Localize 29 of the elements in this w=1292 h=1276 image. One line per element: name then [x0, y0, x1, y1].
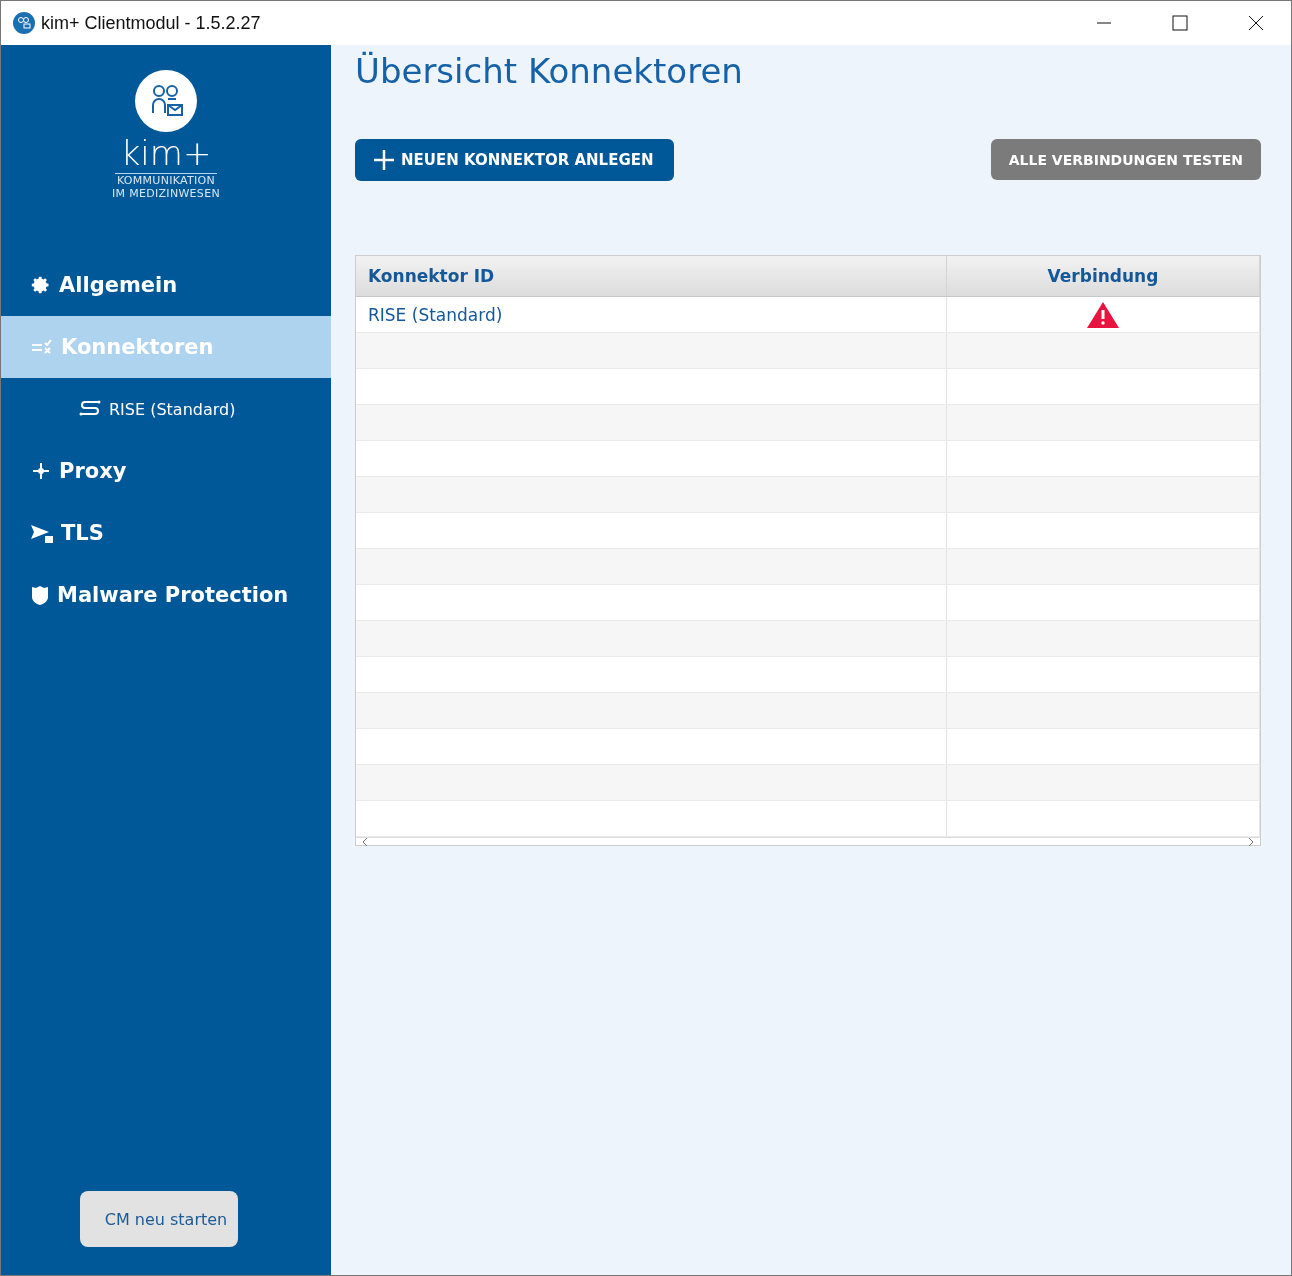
column-header[interactable]: Konnektor ID	[356, 256, 947, 296]
sidebar-item[interactable]: Proxy	[1, 440, 331, 502]
add-connector-button[interactable]: NEUEN KONNEKTOR ANLEGEN	[355, 139, 674, 181]
people-mail-icon	[134, 69, 198, 133]
table-cell: RISE (Standard)	[356, 297, 947, 332]
page-title: Übersicht Konnektoren	[355, 51, 744, 91]
minimize-icon	[1096, 22, 1112, 24]
shield-icon	[31, 585, 49, 605]
maximize-icon	[1172, 15, 1188, 31]
plus-icon	[373, 149, 395, 171]
gear-icon	[31, 275, 51, 295]
restart-button[interactable]: CM neu starten	[80, 1191, 238, 1247]
test-connections-button[interactable]: ALLE VERBINDUNGEN TESTEN	[990, 139, 1261, 180]
scroll-right-icon[interactable]	[1248, 837, 1254, 846]
list-check-icon	[31, 339, 53, 355]
window-title: kim+ Clientmodul - 1.5.2.27	[41, 12, 262, 34]
column-header[interactable]: Verbindung	[947, 256, 1260, 296]
sidebar-item[interactable]: TLS	[1, 502, 331, 564]
app-icon	[13, 12, 35, 34]
network-icon	[31, 461, 51, 481]
logo-wordmark: kim+	[114, 135, 218, 174]
send-lock-icon	[31, 523, 53, 543]
logo-tagline: KOMMUNIKATION	[116, 174, 216, 187]
sidebar-item[interactable]: Allgemein	[1, 254, 331, 316]
sidebar-item[interactable]: Malware Protection	[1, 564, 331, 626]
logo-tagline: IM MEDIZINWESEN	[112, 187, 220, 200]
sidebar-item[interactable]: RISE (Standard)	[1, 378, 331, 440]
close-icon	[1248, 15, 1264, 31]
scroll-left-icon[interactable]	[362, 837, 368, 846]
